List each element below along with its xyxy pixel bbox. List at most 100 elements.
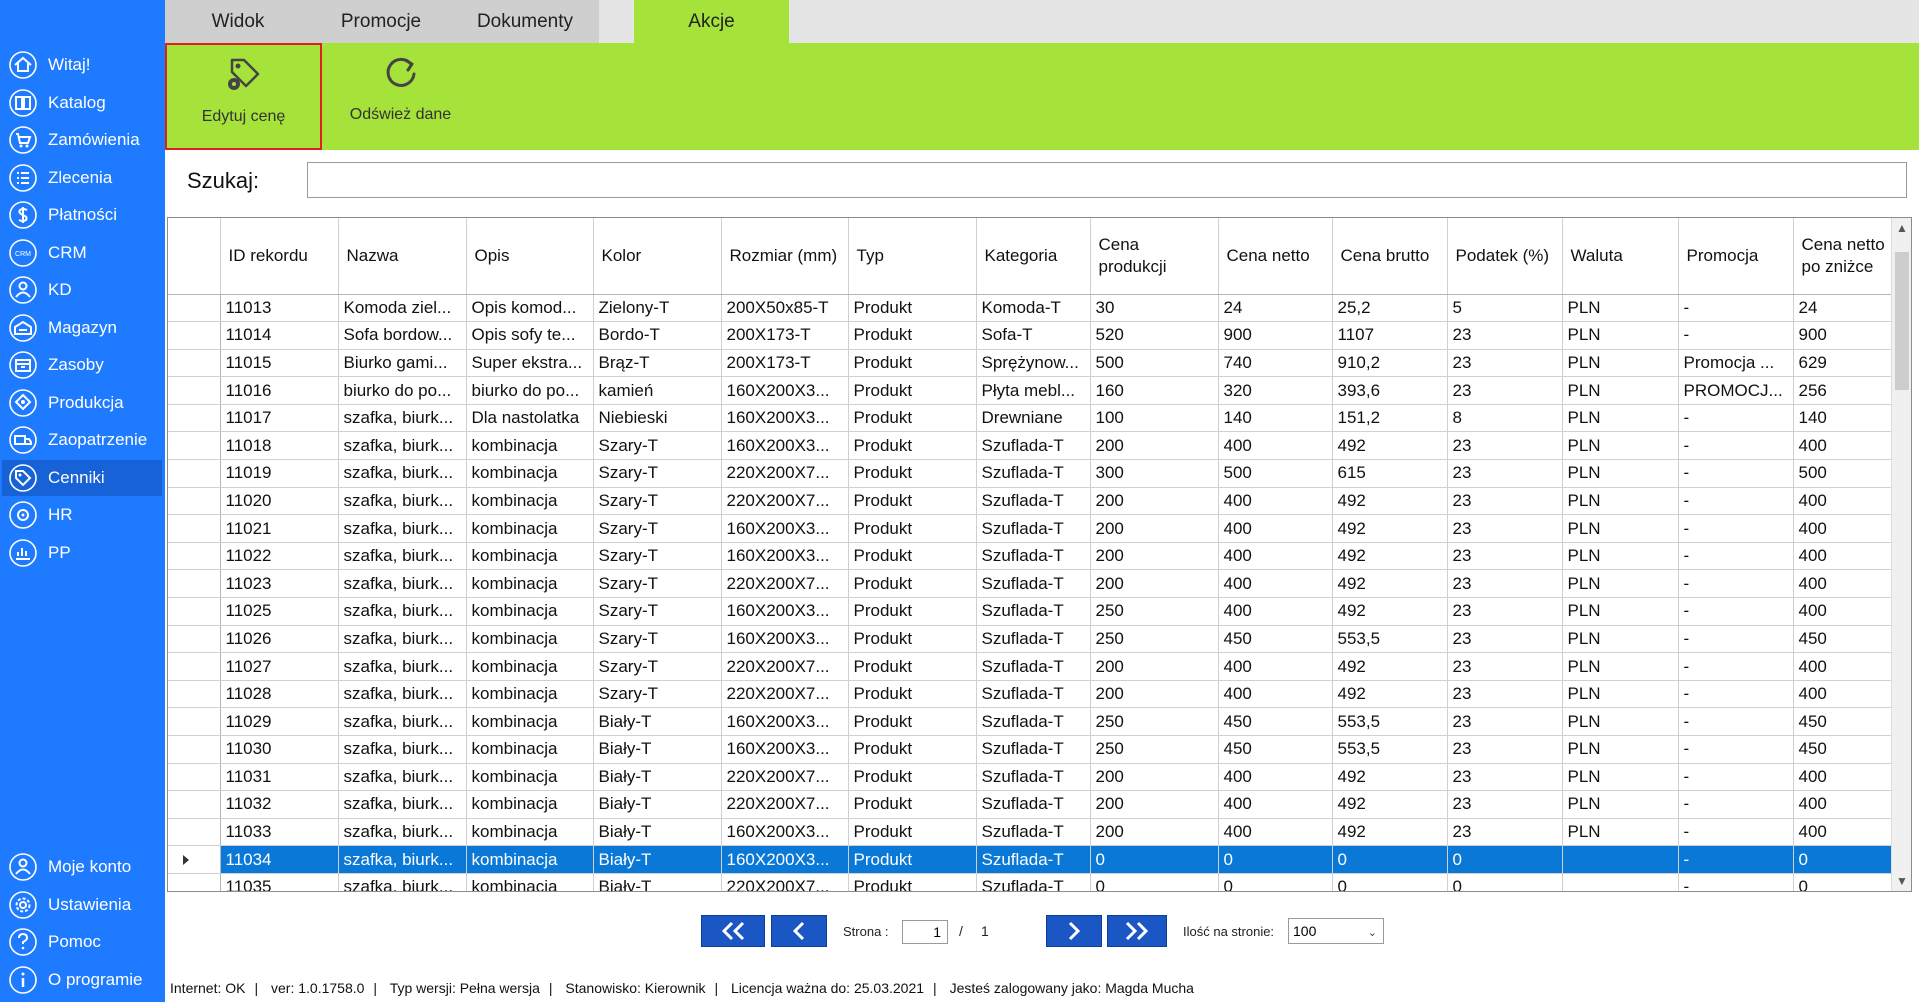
table-cell[interactable]: 23 <box>1447 459 1563 488</box>
column-header[interactable]: Opis <box>466 218 594 295</box>
table-cell[interactable]: Szuflada-T <box>976 763 1091 792</box>
table-row[interactable]: 11020 szafka, biurk... kombinacja Szary-T 22… <box>168 487 1902 516</box>
table-cell[interactable]: 400 <box>1793 790 1902 819</box>
table-cell[interactable]: 900 <box>1793 321 1902 350</box>
row-header[interactable] <box>168 514 221 543</box>
table-cell[interactable]: 615 <box>1332 459 1448 488</box>
last-page-button[interactable] <box>1107 915 1167 947</box>
table-cell[interactable]: Produkt <box>848 707 977 736</box>
search-input[interactable] <box>307 162 1907 198</box>
table-row[interactable]: 11026 szafka, biurk... kombinacja Szary-T 16… <box>168 625 1902 654</box>
table-row[interactable]: 11016 biurko do po... biurko do po... kamie… <box>168 376 1902 405</box>
table-cell[interactable]: 0 <box>1793 873 1902 891</box>
table-cell[interactable]: 393,6 <box>1332 376 1448 405</box>
table-cell[interactable]: 256 <box>1793 376 1902 405</box>
table-cell[interactable]: 11014 <box>220 321 339 350</box>
table-row[interactable]: 11029 szafka, biurk... kombinacja Biały-T 16… <box>168 707 1902 736</box>
table-cell[interactable]: 24 <box>1793 294 1902 323</box>
table-cell[interactable]: 492 <box>1332 487 1448 516</box>
table-cell[interactable]: 400 <box>1793 569 1902 599</box>
table-cell[interactable]: kombinacja <box>466 845 594 874</box>
refresh-button[interactable]: Odśwież dane <box>322 43 479 150</box>
table-cell[interactable]: biurko do po... <box>466 376 594 405</box>
table-cell[interactable]: 23 <box>1447 763 1563 792</box>
table-cell[interactable]: 8 <box>1447 404 1563 433</box>
table-cell[interactable]: PLN <box>1562 763 1679 792</box>
table-cell[interactable]: szafka, biurk... <box>338 514 467 543</box>
table-cell[interactable]: 553,5 <box>1332 707 1448 736</box>
table-cell[interactable]: Szary-T <box>593 652 722 681</box>
table-cell[interactable]: 220X200X7... <box>721 459 849 488</box>
table-cell[interactable]: Komoda-T <box>976 294 1091 323</box>
table-cell[interactable]: kombinacja <box>466 873 594 891</box>
table-cell[interactable]: - <box>1678 321 1794 350</box>
table-cell[interactable]: Szary-T <box>593 431 722 461</box>
table-cell[interactable]: Biały-T <box>593 873 722 891</box>
table-cell[interactable]: 11018 <box>220 431 339 461</box>
table-cell[interactable]: Super ekstra... <box>466 349 594 378</box>
table-row[interactable]: 11017 szafka, biurk... Dla nastolatka Niebi… <box>168 404 1902 433</box>
table-cell[interactable]: 0 <box>1218 873 1333 891</box>
scroll-thumb[interactable] <box>1895 252 1909 390</box>
column-header[interactable]: Rozmiar (mm) <box>721 218 849 295</box>
table-cell[interactable]: 400 <box>1218 818 1333 847</box>
sidebar-item-pp[interactable]: PP <box>2 535 162 571</box>
table-cell[interactable]: 400 <box>1793 818 1902 847</box>
table-cell[interactable]: 11028 <box>220 680 339 709</box>
table-cell[interactable]: 200X173-T <box>721 321 849 350</box>
table-cell[interactable]: 520 <box>1090 321 1219 350</box>
table-cell[interactable]: 200 <box>1090 514 1219 543</box>
table-cell[interactable]: 140 <box>1793 404 1902 433</box>
table-row[interactable]: 11035 szafka, biurk... kombinacja Biały-T 22… <box>168 873 1902 891</box>
table-cell[interactable]: 200 <box>1090 680 1219 709</box>
table-cell[interactable]: 500 <box>1218 459 1333 488</box>
tab-widok[interactable]: Widok <box>165 0 311 43</box>
table-cell[interactable]: 1107 <box>1332 321 1448 350</box>
table-cell[interactable]: 23 <box>1447 542 1563 571</box>
table-cell[interactable]: Produkt <box>848 542 977 571</box>
table-cell[interactable]: 25,2 <box>1332 294 1448 323</box>
table-cell[interactable]: PLN <box>1562 376 1679 405</box>
table-cell[interactable]: - <box>1678 597 1794 626</box>
table-cell[interactable]: 160X200X3... <box>721 625 849 654</box>
table-cell[interactable]: Sofa bordow... <box>338 321 467 350</box>
table-cell[interactable]: 0 <box>1090 845 1219 874</box>
table-row[interactable]: 11019 szafka, biurk... kombinacja Szary-T 22… <box>168 459 1902 488</box>
table-cell[interactable]: Produkt <box>848 735 977 764</box>
table-cell[interactable]: Szuflada-T <box>976 680 1091 709</box>
row-header[interactable] <box>168 763 221 792</box>
table-cell[interactable]: Biały-T <box>593 818 722 847</box>
table-cell[interactable]: - <box>1678 569 1794 599</box>
table-cell[interactable]: Szuflada-T <box>976 873 1091 891</box>
table-cell[interactable]: PLN <box>1562 625 1679 654</box>
table-cell[interactable]: 11022 <box>220 542 339 571</box>
table-cell[interactable]: 160X200X3... <box>721 376 849 405</box>
table-cell[interactable]: szafka, biurk... <box>338 597 467 626</box>
table-cell[interactable]: kombinacja <box>466 487 594 516</box>
table-cell[interactable]: 400 <box>1218 431 1333 461</box>
table-cell[interactable]: PLN <box>1562 790 1679 819</box>
table-cell[interactable]: 160 <box>1090 376 1219 405</box>
table-cell[interactable]: Biały-T <box>593 763 722 792</box>
table-cell[interactable]: Szuflada-T <box>976 459 1091 488</box>
table-cell[interactable]: - <box>1678 680 1794 709</box>
table-cell[interactable]: kombinacja <box>466 707 594 736</box>
table-cell[interactable]: Produkt <box>848 487 977 516</box>
table-cell[interactable]: Szary-T <box>593 625 722 654</box>
table-cell[interactable]: kamień <box>593 376 722 405</box>
table-cell[interactable]: 11019 <box>220 459 339 488</box>
table-cell[interactable]: 160X200X3... <box>721 707 849 736</box>
table-cell[interactable]: 500 <box>1793 459 1902 488</box>
table-cell[interactable]: 400 <box>1793 680 1902 709</box>
table-cell[interactable]: Produkt <box>848 680 977 709</box>
table-cell[interactable]: 250 <box>1090 625 1219 654</box>
table-row[interactable]: 11028 szafka, biurk... kombinacja Szary-T 22… <box>168 680 1902 709</box>
row-header[interactable] <box>168 625 221 654</box>
table-cell[interactable]: Produkt <box>848 431 977 461</box>
table-cell[interactable]: Szary-T <box>593 459 722 488</box>
sidebar-item-zaopatrzenie[interactable]: Zaopatrzenie <box>2 422 162 458</box>
table-cell[interactable]: Produkt <box>848 294 977 323</box>
table-cell[interactable]: Płyta mebl... <box>976 376 1091 405</box>
table-cell[interactable]: Produkt <box>848 404 977 433</box>
table-cell[interactable]: 23 <box>1447 376 1563 405</box>
